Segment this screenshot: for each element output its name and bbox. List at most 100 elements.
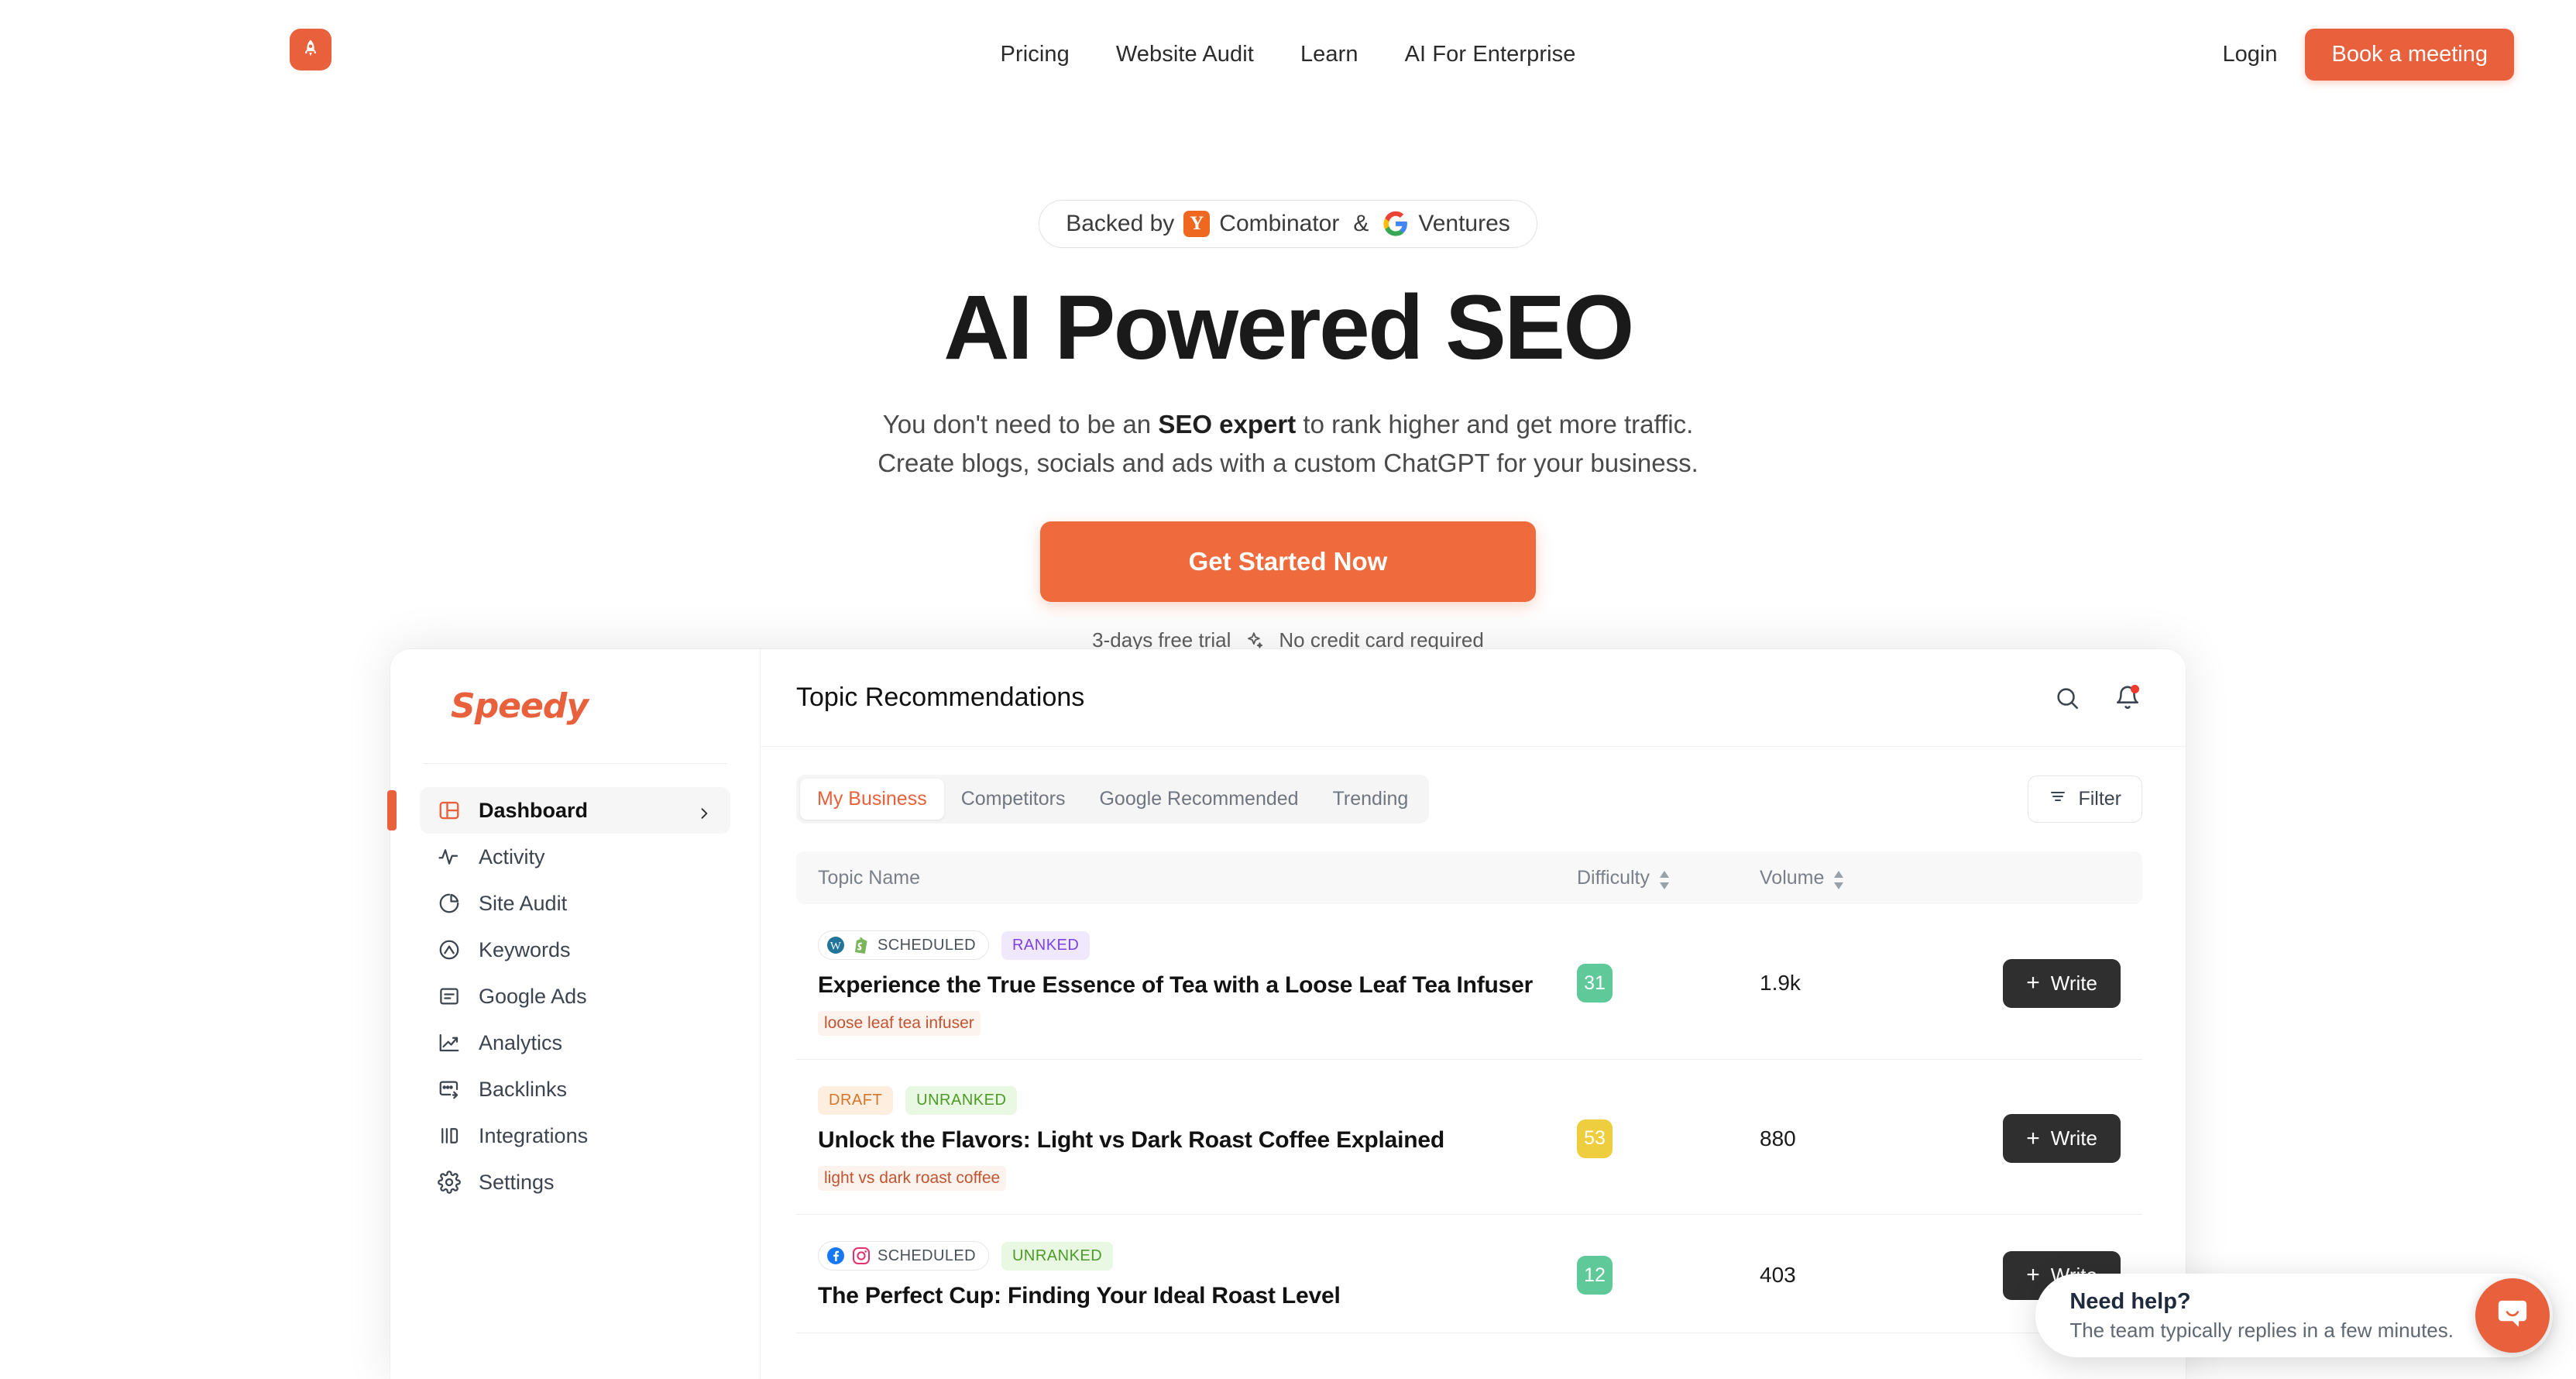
topic-cell: DRAFT UNRANKED Unlock the Flavors: Light… — [818, 1086, 1577, 1191]
table-header-row: Topic Name Difficulty Volume — [796, 851, 2142, 904]
keyword-tag: loose leaf tea infuser — [818, 1011, 981, 1036]
sort-arrows-icon — [1657, 868, 1671, 889]
bell-icon[interactable] — [2113, 683, 2142, 713]
column-header-volume-label: Volume — [1760, 866, 1825, 889]
activity-pulse-icon — [437, 844, 462, 869]
filter-button[interactable]: Filter — [2028, 775, 2142, 823]
nav-link-ai-for-enterprise[interactable]: AI For Enterprise — [1405, 42, 1576, 67]
plus-icon: + — [2026, 1262, 2040, 1288]
platform-status-label: SCHEDULED — [878, 1247, 976, 1264]
nav-link-learn[interactable]: Learn — [1300, 42, 1358, 67]
sidebar-item-analytics[interactable]: Analytics — [420, 1020, 730, 1066]
site-header: Pricing Website Audit Learn AI For Enter… — [0, 0, 2576, 108]
app-sidebar: Speedy Dashboard Activity Site Audit Key… — [390, 649, 761, 1379]
tab-google-recommended[interactable]: Google Recommended — [1082, 779, 1315, 820]
google-ventures-label: Ventures — [1418, 211, 1510, 236]
sidebar-item-label: Site Audit — [479, 891, 568, 915]
topic-title[interactable]: The Perfect Cup: Finding Your Ideal Roas… — [818, 1283, 1577, 1309]
difficulty-badge: 12 — [1577, 1256, 1613, 1295]
nav-link-website-audit[interactable]: Website Audit — [1116, 42, 1254, 67]
sidebar-item-label: Dashboard — [479, 798, 589, 822]
sidebar-nav-list: Dashboard Activity Site Audit Keywords G… — [420, 787, 730, 1205]
sidebar-item-activity[interactable]: Activity — [420, 834, 730, 880]
write-button[interactable]: + Write — [2003, 958, 2121, 1008]
difficulty-badge: 31 — [1577, 964, 1613, 1002]
difficulty-badge: 53 — [1577, 1119, 1613, 1158]
wordpress-icon: W — [826, 936, 845, 954]
panel-left-accent — [387, 790, 397, 830]
tab-my-business[interactable]: My Business — [800, 779, 944, 820]
sidebar-item-backlinks[interactable]: Backlinks — [420, 1066, 730, 1112]
topic-cell: W SCHEDULED RANKED Experience the True E… — [818, 930, 1577, 1036]
topic-title[interactable]: Unlock the Flavors: Light vs Dark Roast … — [818, 1127, 1577, 1154]
main-header: Topic Recommendations — [761, 649, 2186, 747]
chat-launcher-button[interactable] — [2475, 1278, 2550, 1353]
sidebar-item-keywords[interactable]: Keywords — [420, 927, 730, 973]
sparkle-icon — [1245, 631, 1265, 651]
table-row[interactable]: DRAFT UNRANKED Unlock the Flavors: Light… — [796, 1060, 2142, 1215]
sidebar-item-label: Google Ads — [479, 984, 587, 1008]
column-header-difficulty[interactable]: Difficulty — [1577, 867, 1760, 889]
tab-trending[interactable]: Trending — [1316, 779, 1426, 820]
document-lines-icon — [437, 984, 462, 1009]
facebook-icon — [826, 1247, 845, 1265]
columns-icon — [437, 1123, 462, 1148]
main-header-actions — [2052, 683, 2142, 713]
topic-cell: SCHEDULED UNRANKED The Perfect Cup: Find… — [818, 1241, 1577, 1309]
volume-cell: 403 — [1760, 1263, 1796, 1287]
sidebar-item-settings[interactable]: Settings — [420, 1159, 730, 1205]
google-g-glyph — [1383, 211, 1408, 236]
tab-group: My Business Competitors Google Recommend… — [796, 775, 1430, 824]
hero-sub-emphasis: SEO expert — [1158, 409, 1297, 438]
rank-chip: UNRANKED — [905, 1086, 1018, 1115]
sidebar-item-google-ads[interactable]: Google Ads — [420, 973, 730, 1020]
table-row[interactable]: SCHEDULED UNRANKED The Perfect Cup: Find… — [796, 1215, 2142, 1333]
hero-subtitle-line-2: Create blogs, socials and ads with a cus… — [878, 448, 1698, 477]
topic-title[interactable]: Experience the True Essence of Tea with … — [818, 972, 1577, 999]
write-label: Write — [2050, 1126, 2097, 1150]
sidebar-item-site-audit[interactable]: Site Audit — [420, 880, 730, 927]
hero-sub-part-c: to rank higher and get more traffic. — [1296, 409, 1694, 438]
landing-page: Pricing Website Audit Learn AI For Enter… — [0, 0, 2576, 1379]
rank-chip: UNRANKED — [1001, 1241, 1114, 1271]
layout-dashboard-icon — [437, 798, 462, 823]
filter-label: Filter — [2078, 788, 2121, 810]
table-row[interactable]: W SCHEDULED RANKED Experience the True E… — [796, 904, 2142, 1060]
plus-icon: + — [2026, 970, 2040, 996]
row-badges: DRAFT UNRANKED — [818, 1086, 1577, 1115]
row-badges: SCHEDULED UNRANKED — [818, 1241, 1577, 1271]
chat-prompt-subtitle: The team typically replies in a few minu… — [2069, 1318, 2454, 1342]
backed-by-label: Backed by — [1066, 211, 1175, 236]
search-icon[interactable] — [2052, 683, 2082, 713]
notification-dot — [2131, 684, 2139, 693]
row-badges: W SCHEDULED RANKED — [818, 930, 1577, 960]
sidebar-item-integrations[interactable]: Integrations — [420, 1112, 730, 1159]
backlink-icon — [437, 1077, 462, 1102]
volume-cell: 880 — [1760, 1126, 1796, 1150]
actions-cell: + Write — [1942, 1114, 2121, 1163]
app-main: Topic Recommendations My Business Compet… — [761, 649, 2186, 1379]
login-link[interactable]: Login — [2223, 42, 2278, 67]
svg-text:W: W — [830, 941, 842, 953]
google-icon — [1382, 211, 1409, 237]
gear-icon — [437, 1170, 462, 1195]
plus-icon: + — [2026, 1125, 2040, 1151]
nav-link-pricing[interactable]: Pricing — [1001, 42, 1070, 67]
sparkle-glyph — [1248, 631, 1263, 648]
actions-cell: + Write — [1942, 958, 2121, 1008]
difficulty-cell: 12 — [1577, 1256, 1760, 1295]
app-brand-logo: Speedy — [451, 686, 589, 726]
sidebar-item-dashboard[interactable]: Dashboard — [420, 787, 730, 834]
ampersand: & — [1353, 211, 1369, 236]
book-a-meeting-button[interactable]: Book a meeting — [2305, 28, 2514, 81]
platform-status-badge: SCHEDULED — [818, 1241, 989, 1271]
get-started-button[interactable]: Get Started Now — [1040, 521, 1536, 603]
write-label: Write — [2050, 971, 2097, 995]
sidebar-divider — [423, 763, 727, 764]
column-header-topic: Topic Name — [818, 866, 920, 889]
tab-competitors[interactable]: Competitors — [944, 779, 1083, 820]
write-button[interactable]: + Write — [2003, 1114, 2121, 1163]
tabs-row: My Business Competitors Google Recommend… — [761, 747, 2186, 824]
y-combinator-label: Combinator — [1219, 211, 1340, 236]
column-header-volume[interactable]: Volume — [1760, 867, 1942, 889]
